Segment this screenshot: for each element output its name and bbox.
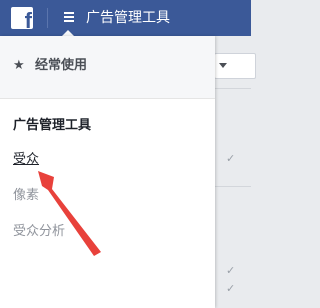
menu-item-pixels[interactable]: 像素: [13, 188, 39, 204]
background-divider: [215, 88, 251, 89]
checkmark-icon: ✓: [226, 264, 236, 277]
navigation-dropdown-menu: ★ 经常使用 广告管理工具 受众 像素 受众分析: [0, 36, 215, 308]
star-icon: ★: [13, 58, 25, 73]
facebook-logo-icon[interactable]: f: [11, 7, 33, 29]
background-divider: [215, 186, 251, 187]
chevron-down-icon: [219, 63, 227, 68]
background-dropdown: [214, 53, 256, 79]
topbar-divider: [47, 8, 48, 28]
favorites-header[interactable]: ★ 经常使用: [0, 36, 215, 99]
section-title-ads-manager: 广告管理工具: [13, 118, 92, 133]
logo-letter: f: [24, 8, 32, 30]
checkmark-icon: ✓: [226, 152, 236, 165]
hamburger-icon[interactable]: [64, 12, 74, 23]
menu-item-audiences[interactable]: 受众: [13, 152, 39, 168]
checkmark-icon: ✓: [226, 282, 236, 295]
app-title[interactable]: 广告管理工具: [86, 8, 170, 28]
menu-item-audience-insights[interactable]: 受众分析: [13, 224, 65, 240]
top-navigation-bar: f 广告管理工具: [0, 0, 251, 36]
favorites-label: 经常使用: [35, 58, 88, 73]
